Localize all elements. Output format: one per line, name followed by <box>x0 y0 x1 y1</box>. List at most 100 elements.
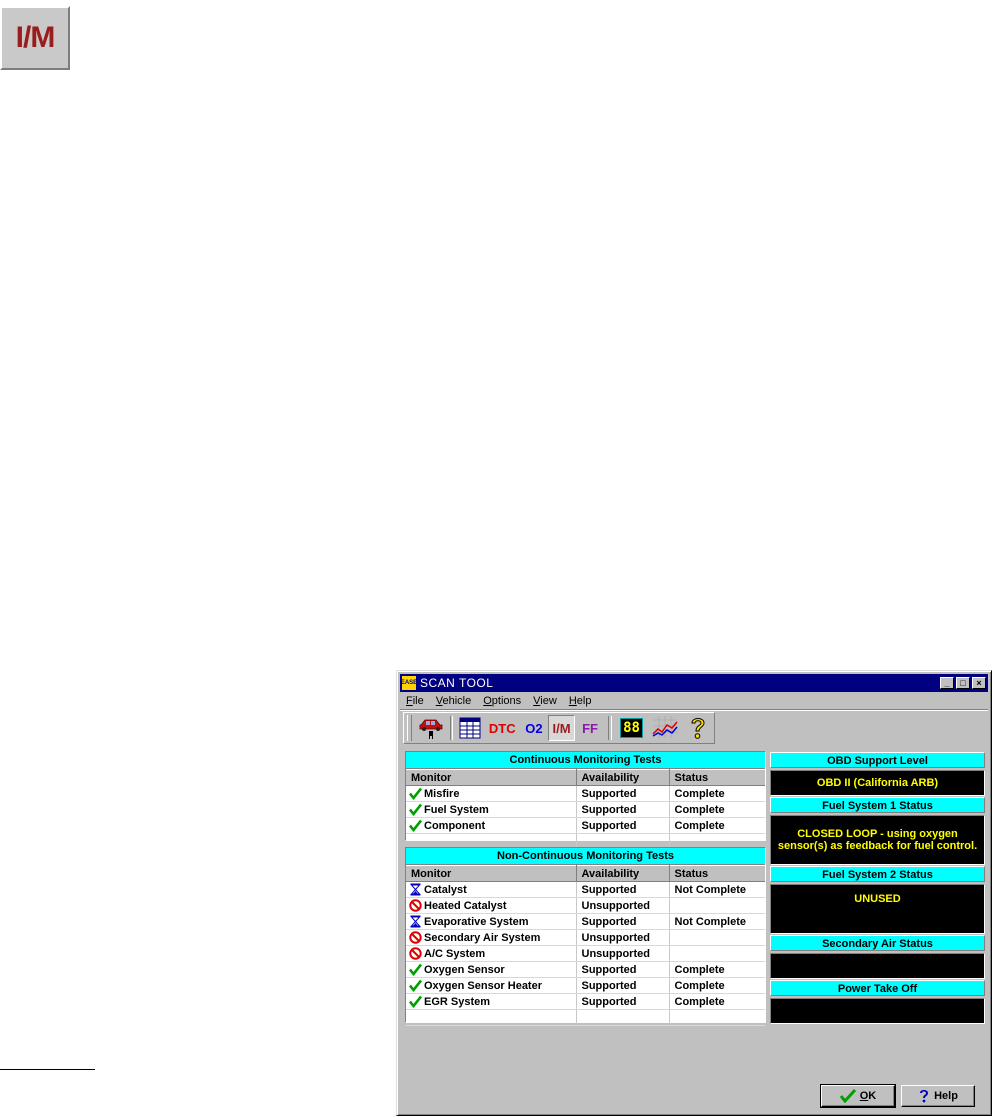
column-header-status[interactable]: Status <box>669 865 765 882</box>
non-continuous-tests-title: Non-Continuous Monitoring Tests <box>406 848 765 865</box>
menu-separator <box>400 709 988 711</box>
table-row[interactable]: Catalyst Supported Not Complete <box>406 881 765 898</box>
dtc-button[interactable]: DTC <box>485 715 520 741</box>
monitor-cell: Component <box>406 817 577 834</box>
prohibited-icon <box>409 947 422 960</box>
check-icon <box>409 787 422 800</box>
monitor-cell: Fuel System <box>406 801 577 818</box>
im-large-icon: I/M <box>0 6 70 70</box>
obd-support-level-value: OBD II (California ARB) <box>770 770 985 796</box>
hourglass-icon <box>409 915 422 928</box>
status-cell <box>669 897 765 914</box>
monitor-name: Oxygen Sensor <box>424 963 505 976</box>
question-icon <box>920 1090 929 1103</box>
freeze-frame-button[interactable]: FF <box>575 715 605 741</box>
availability-cell: Supported <box>576 961 670 978</box>
monitor-cell: Misfire <box>406 785 577 802</box>
graph-button[interactable] <box>648 715 682 741</box>
monitor-name: Catalyst <box>424 883 467 896</box>
monitor-name: Component <box>424 819 486 832</box>
check-icon <box>409 803 422 816</box>
fuel-system-2-value: UNUSED <box>770 884 985 934</box>
im-button[interactable]: I/M <box>548 715 576 741</box>
toolbar: DTC O2 I/M FF 88 <box>403 712 715 744</box>
question-icon <box>691 718 705 739</box>
vehicle-connect-button[interactable] <box>415 715 447 741</box>
table-row[interactable]: Fuel System Supported Complete <box>406 801 765 818</box>
status-cell <box>669 929 765 946</box>
toolbar-separator <box>608 716 612 740</box>
continuous-tests-title: Continuous Monitoring Tests <box>406 752 765 769</box>
check-icon <box>409 995 422 1008</box>
table-row-empty <box>406 1009 765 1026</box>
menu-file[interactable]: File <box>400 695 430 707</box>
table-row[interactable]: EGR System Supported Complete <box>406 993 765 1010</box>
fuel-system-1-value: CLOSED LOOP - using oxygen sensor(s) as … <box>770 815 985 865</box>
menu-options[interactable]: Options <box>477 695 527 707</box>
column-header-status[interactable]: Status <box>669 769 765 786</box>
menu-view[interactable]: View <box>527 695 563 707</box>
availability-cell: Unsupported <box>576 929 670 946</box>
check-icon <box>839 1089 856 1103</box>
availability-cell: Supported <box>576 993 670 1010</box>
digital-display-button[interactable]: 88 <box>615 715 648 741</box>
monitor-name: Evaporative System <box>424 915 529 928</box>
footnote-rule <box>0 1069 95 1070</box>
monitor-cell: EGR System <box>406 993 577 1010</box>
secondary-air-header: Secondary Air Status <box>770 935 985 951</box>
table-row[interactable]: Secondary Air System Unsupported <box>406 929 765 946</box>
monitor-name: Misfire <box>424 787 460 800</box>
non-continuous-tests-panel: Non-Continuous Monitoring Tests Monitor … <box>405 847 766 1026</box>
digital-display-icon: 88 <box>620 718 643 738</box>
table-row[interactable]: Misfire Supported Complete <box>406 785 765 802</box>
menu-vehicle[interactable]: Vehicle <box>430 695 477 707</box>
table-row[interactable]: A/C System Unsupported <box>406 945 765 962</box>
column-header-availability[interactable]: Availability <box>576 865 670 882</box>
check-icon <box>409 979 422 992</box>
table-row[interactable]: Oxygen Sensor Supported Complete <box>406 961 765 978</box>
minimize-button[interactable]: _ <box>940 677 954 689</box>
ok-button[interactable]: OK <box>820 1084 896 1108</box>
availability-cell: Unsupported <box>576 945 670 962</box>
continuous-tests-panel: Continuous Monitoring Tests Monitor Avai… <box>405 751 766 850</box>
secondary-air-value <box>770 953 985 979</box>
monitor-cell: Oxygen Sensor <box>406 961 577 978</box>
monitor-cell: Oxygen Sensor Heater <box>406 977 577 994</box>
table-row[interactable]: Evaporative System Supported Not Complete <box>406 913 765 930</box>
title-bar[interactable]: EASE SCAN TOOL _ □ × <box>400 674 988 692</box>
maximize-button[interactable]: □ <box>956 677 970 689</box>
status-cell: Complete <box>669 817 765 834</box>
column-header-monitor[interactable]: Monitor <box>406 865 577 882</box>
column-header-availability[interactable]: Availability <box>576 769 670 786</box>
toolbar-grip[interactable] <box>407 715 412 741</box>
availability-cell: Supported <box>576 801 670 818</box>
check-icon <box>409 819 422 832</box>
help-tool-button[interactable] <box>682 715 714 741</box>
table-icon <box>459 717 481 739</box>
availability-cell: Supported <box>576 817 670 834</box>
help-button[interactable]: Help <box>901 1085 975 1107</box>
menu-help[interactable]: Help <box>563 695 598 707</box>
table-row[interactable]: Oxygen Sensor Heater Supported Complete <box>406 977 765 994</box>
hourglass-icon <box>409 883 422 896</box>
table-row[interactable]: Heated Catalyst Unsupported <box>406 897 765 914</box>
column-header-monitor[interactable]: Monitor <box>406 769 577 786</box>
monitor-cell: Catalyst <box>406 881 577 898</box>
graph-icon <box>652 716 678 738</box>
close-button[interactable]: × <box>972 677 986 689</box>
table-row[interactable]: Component Supported Complete <box>406 817 765 834</box>
status-cell: Not Complete <box>669 881 765 898</box>
monitor-name: Heated Catalyst <box>424 899 507 912</box>
data-table-button[interactable] <box>456 715 484 741</box>
availability-cell: Supported <box>576 913 670 930</box>
availability-cell: Supported <box>576 881 670 898</box>
power-take-off-header: Power Take Off <box>770 980 985 996</box>
fuel-system-2-header: Fuel System 2 Status <box>770 866 985 882</box>
status-cell <box>669 945 765 962</box>
o2-button[interactable]: O2 <box>520 715 548 741</box>
monitor-name: A/C System <box>424 947 486 960</box>
prohibited-icon <box>409 899 422 912</box>
monitor-name: EGR System <box>424 995 491 1008</box>
menu-bar: File Vehicle Options View Help <box>400 693 988 709</box>
monitor-cell: Heated Catalyst <box>406 897 577 914</box>
